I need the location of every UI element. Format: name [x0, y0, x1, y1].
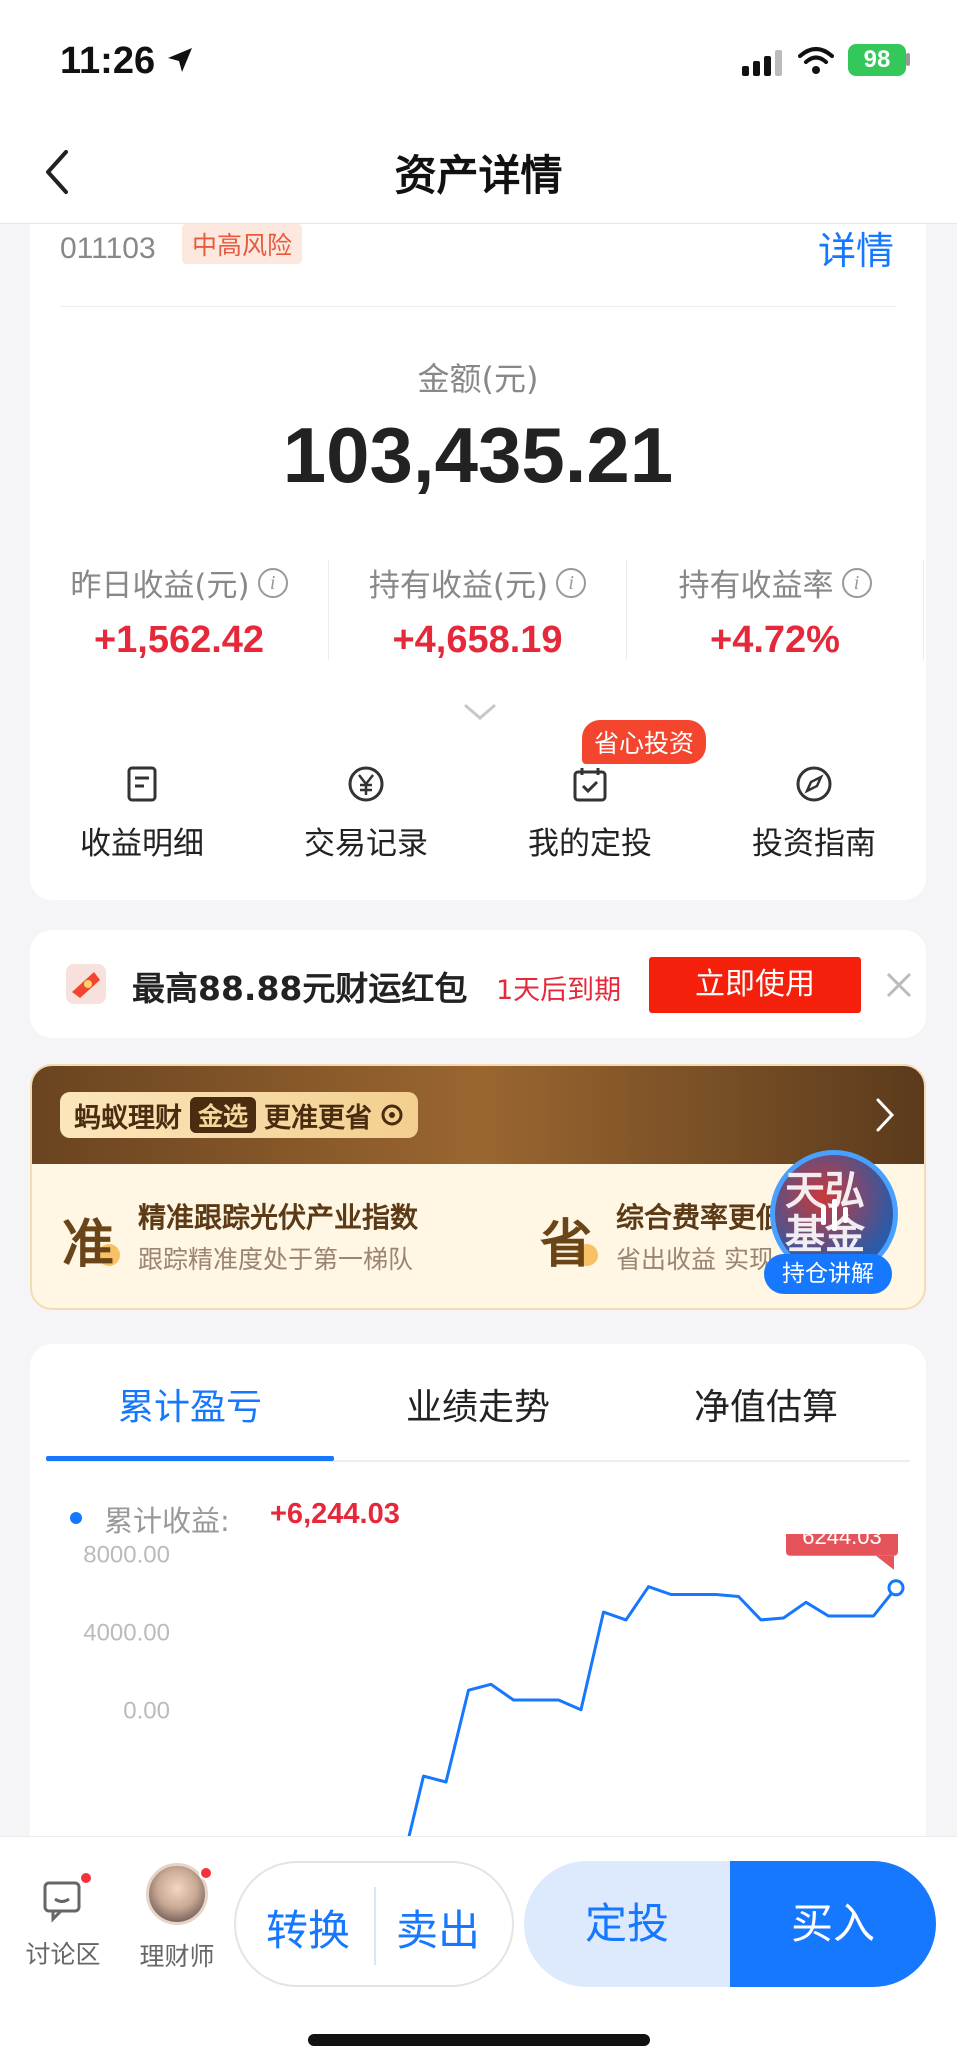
feature-desc: 省出收益 实现: [616, 1245, 774, 1274]
plan-invest-button[interactable]: 定投: [524, 1861, 730, 1987]
battery-tip: [906, 53, 910, 66]
packet-title: 最高88.88元财运红包: [132, 969, 468, 1008]
battery-indicator: 98: [848, 44, 906, 76]
cellular-signal-icon: [742, 50, 782, 76]
feature-icon: 准: [62, 1214, 115, 1275]
close-icon[interactable]: [884, 970, 914, 1000]
feature-icon: 省: [540, 1214, 593, 1275]
info-icon[interactable]: i: [257, 567, 288, 598]
advisor-avatar: [146, 1863, 213, 1925]
stat-holding-profit: 持有收益(元) i +4,658.19: [328, 560, 626, 661]
stat-label: 昨日收益(元): [70, 568, 250, 604]
nav-bar: 资产详情: [0, 120, 957, 224]
stat-yesterday-profit: 昨日收益(元) i +1,562.42: [30, 560, 328, 661]
gold-feature-accuracy: 准 精准跟踪光伏产业指数 跟踪精准度处于第一梯队: [62, 1196, 442, 1286]
calendar-icon: [573, 768, 607, 802]
compass-icon: [796, 766, 832, 802]
risk-badge: 中高风险: [182, 224, 303, 264]
divider: [374, 1887, 376, 1965]
stat-value: +4,658.19: [392, 619, 563, 661]
feature-title: 综合费率更低: [616, 1201, 785, 1234]
amount-value: 103,435.21: [282, 411, 674, 499]
amount-label: 金额(元): [417, 360, 539, 398]
func-trade-record[interactable]: 交易记录: [254, 764, 478, 863]
gold-tag: 金选: [190, 1097, 257, 1133]
asset-card: 011103 中高风险 详情 金额(元) 103,435.21 昨日收益(元) i…: [30, 224, 926, 900]
chart-tabs: 累计盈亏 业绩走势 净值估算: [46, 1344, 910, 1462]
info-icon[interactable]: i: [841, 567, 872, 598]
chevron-right-icon[interactable]: [874, 1096, 896, 1134]
bb-label: 讨论区: [25, 1940, 101, 1969]
stat-value: +4.72%: [710, 619, 840, 661]
detail-link[interactable]: 详情: [818, 220, 894, 275]
func-label: 投资指南: [752, 826, 876, 862]
home-indicator: [308, 2034, 650, 2046]
func-label: 我的定投: [528, 826, 652, 862]
stat-label: 持有收益率: [678, 568, 834, 604]
legend-dot: [70, 1512, 82, 1524]
feature-desc: 跟踪精准度处于第一梯队: [138, 1245, 414, 1274]
discussion-button[interactable]: 讨论区: [8, 1871, 118, 1971]
notification-dot: [79, 1871, 93, 1885]
tab-nav-estimate[interactable]: 净值估算: [622, 1378, 910, 1430]
func-my-plan[interactable]: 我的定投: [478, 764, 702, 863]
last-point-marker: [887, 1579, 905, 1597]
divider: [60, 306, 896, 307]
audio-wave-icon: [821, 1199, 848, 1231]
gold-brand: 蚂蚁理财: [74, 1102, 182, 1134]
plan-promo-badge: 省心投资: [582, 720, 707, 764]
document-icon: [127, 766, 157, 802]
tab-underline: [46, 1456, 334, 1461]
y-tick-label: 8000.00: [83, 1542, 170, 1569]
tab-performance[interactable]: 业绩走势: [334, 1378, 622, 1430]
use-now-button[interactable]: 立即使用: [649, 957, 861, 1013]
wifi-icon: [798, 47, 834, 74]
gold-banner-header: 蚂蚁理财 金选 更准更省: [32, 1066, 924, 1164]
tab-cumulative-profit[interactable]: 累计盈亏: [46, 1378, 334, 1430]
stat-label: 持有收益(元): [368, 568, 549, 604]
func-profit-detail[interactable]: 收益明细: [30, 764, 254, 863]
red-packet-icon: [66, 964, 106, 1004]
convert-sell-group: 转换 卖出: [234, 1861, 514, 1987]
page-title: 资产详情: [394, 151, 563, 200]
func-label: 交易记录: [304, 826, 428, 862]
func-label: 收益明细: [80, 826, 204, 862]
advisor-button[interactable]: 理财师: [122, 1863, 232, 1973]
y-tick-label: 0.00: [123, 1698, 170, 1725]
feature-title: 精准跟踪光伏产业指数: [138, 1201, 419, 1234]
convert-button[interactable]: 转换: [266, 1897, 350, 1958]
buy-button[interactable]: 买入: [730, 1861, 936, 1987]
legend-value: +6,244.03: [270, 1498, 400, 1530]
callout-value: 6244.03: [802, 1534, 882, 1549]
status-time: 11:26: [60, 40, 156, 82]
holding-explain-label[interactable]: 持仓讲解: [764, 1254, 892, 1294]
expand-chevron-icon[interactable]: [462, 702, 498, 724]
fund-code: 011103: [60, 232, 156, 265]
yuan-icon: [348, 766, 384, 802]
func-invest-guide[interactable]: 投资指南: [702, 764, 926, 863]
y-tick-label: 4000.00: [83, 1620, 170, 1647]
red-packet-banner[interactable]: 最高88.88元财运红包 1天后到期 立即使用: [30, 930, 926, 1038]
sell-button[interactable]: 卖出: [396, 1897, 480, 1958]
status-bar: 11:26 98: [0, 0, 957, 120]
notification-dot: [199, 1866, 213, 1880]
stat-holding-rate: 持有收益率 i +4.72%: [626, 560, 924, 661]
bb-label: 理财师: [139, 1942, 215, 1971]
last-value-callout: 6244.03: [786, 1534, 898, 1570]
info-icon[interactable]: i: [556, 567, 587, 598]
packet-expire: 1天后到期: [496, 975, 622, 1006]
location-arrow-icon: [168, 48, 192, 72]
target-icon: [381, 1104, 403, 1126]
stat-value: +1,562.42: [93, 619, 265, 661]
gold-pill: 蚂蚁理财 金选 更准更省: [60, 1092, 419, 1138]
gold-slogan: 更准更省: [264, 1102, 373, 1134]
